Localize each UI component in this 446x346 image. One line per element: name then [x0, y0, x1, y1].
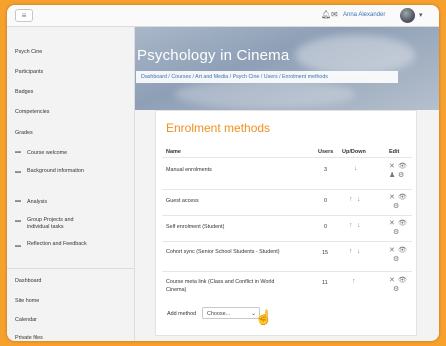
add-method-selected-value: Choose... [207, 311, 231, 317]
hide-icon[interactable]: 👁︎ [398, 277, 407, 285]
move-down-icon[interactable]: ↓ [357, 222, 361, 229]
folder-icon: ▬ [15, 169, 21, 175]
sidebar-item-calendar[interactable]: Calendar [15, 317, 125, 323]
chat-icon[interactable]: ✉︎ [331, 10, 338, 19]
sidebar-item-site-home[interactable]: Site home [15, 298, 125, 304]
sidebar-item-section[interactable]: Reflection and Feedback [27, 241, 87, 248]
enrolment-users: 3 [324, 167, 327, 173]
hide-icon[interactable]: 👁︎ [398, 163, 407, 171]
app-window: ≡ 🔔︎ ✉︎ Anna Alexander ▾ Psych Cine Part… [7, 5, 439, 341]
sidebar-item-participants[interactable]: Participants [15, 69, 125, 75]
sidebar-item-competencies[interactable]: Competencies [15, 109, 125, 115]
column-header-edit: Edit [389, 149, 400, 155]
enrolment-name[interactable]: Guest access [166, 198, 199, 204]
delete-icon[interactable]: ✕ [389, 247, 395, 255]
course-title: Psychology in Cinema [137, 47, 290, 64]
hamburger-icon[interactable]: ≡ [15, 9, 33, 22]
course-navigation-drawer: Psych Cine Participants Badges Competenc… [7, 27, 135, 341]
sidebar-item-dashboard[interactable]: Dashboard [15, 278, 125, 284]
folder-icon: ▬ [15, 218, 21, 224]
enrol-users-icon[interactable]: ♟ [389, 172, 395, 180]
gear-icon[interactable]: ⚙ [393, 203, 399, 211]
move-down-icon[interactable]: ↓ [357, 248, 361, 255]
sidebar-item-badges[interactable]: Badges [15, 89, 125, 95]
sidebar-item-course[interactable]: Psych Cine [15, 49, 125, 55]
add-method-select[interactable]: Choose... ⌄ [202, 307, 260, 319]
banner-decoration [295, 35, 415, 75]
table-row: Guest access 0 ↑ ↓ ✕ 👁︎ ⚙ [162, 189, 412, 215]
bell-icon[interactable]: 🔔︎ [321, 10, 331, 19]
table-row: Cohort sync (Senior School Students - St… [162, 241, 412, 271]
sidebar-item-section[interactable]: Course welcome [27, 150, 137, 156]
enrolment-name[interactable]: Course meta link (Class and Conflict in … [166, 278, 286, 294]
move-up-icon[interactable]: ↑ [352, 278, 356, 285]
gear-icon[interactable]: ⚙ [393, 286, 399, 294]
enrolment-name[interactable]: Self enrolment (Student) [166, 224, 224, 230]
delete-icon[interactable]: ✕ [389, 277, 395, 285]
enrolment-users: 15 [322, 250, 328, 256]
enrolment-methods-panel: Enrolment methods Name Users Up/Down Edi… [155, 110, 417, 336]
enrolment-name[interactable]: Cohort sync (Senior School Students - St… [166, 248, 286, 256]
add-method-label: Add method [167, 311, 197, 317]
move-up-icon[interactable]: ↑ [349, 248, 353, 255]
hand-pointer-icon: ☝ [255, 309, 273, 326]
hide-icon[interactable]: 👁︎ [398, 247, 407, 255]
column-header-users: Users [318, 149, 334, 155]
avatar[interactable] [400, 8, 415, 23]
table-row: Course meta link (Class and Conflict in … [162, 271, 412, 301]
delete-icon[interactable]: ✕ [389, 220, 395, 228]
top-navbar: ≡ 🔔︎ ✉︎ Anna Alexander ▾ [7, 5, 439, 27]
sidebar-item-private-files[interactable]: Private files [15, 335, 125, 341]
gear-icon[interactable]: ⚙ [398, 172, 404, 180]
move-up-icon[interactable]: ↑ [349, 222, 353, 229]
hide-icon[interactable]: 👁︎ [398, 220, 407, 228]
sidebar-item-section[interactable]: Background information [27, 168, 87, 175]
enrolment-users: 0 [324, 198, 327, 204]
delete-icon[interactable]: ✕ [389, 163, 395, 171]
sidebar-divider [7, 268, 135, 269]
breadcrumb[interactable]: Dashboard / Courses / Art and Media / Ps… [136, 71, 398, 83]
gear-icon[interactable]: ⚙ [393, 229, 399, 237]
hide-icon[interactable]: 👁︎ [398, 194, 407, 202]
table-row: Self enrolment (Student) 0 ↑ ↓ ✕ 👁︎ ⚙ [162, 215, 412, 241]
gear-icon[interactable]: ⚙ [393, 256, 399, 264]
sidebar-item-section[interactable]: Group Projects and individual tasks [27, 217, 97, 231]
move-down-icon[interactable]: ↓ [357, 196, 361, 203]
sidebar-item-section[interactable]: Analysis [27, 199, 137, 205]
enrolment-users: 0 [324, 224, 327, 230]
course-header-banner: Psychology in Cinema Dashboard / Courses… [135, 27, 439, 110]
column-header-name: Name [166, 149, 181, 155]
page-title: Enrolment methods [166, 121, 271, 135]
folder-icon: ▬ [15, 149, 21, 155]
enrolment-name[interactable]: Manual enrolments [166, 167, 212, 173]
delete-icon[interactable]: ✕ [389, 194, 395, 202]
chevron-down-icon[interactable]: ▾ [419, 11, 423, 19]
move-up-icon[interactable]: ↑ [349, 196, 353, 203]
folder-icon: ▬ [15, 198, 21, 204]
enrolment-users: 11 [322, 280, 328, 286]
move-down-icon[interactable]: ↓ [354, 165, 358, 172]
sidebar-item-grades[interactable]: Grades [15, 130, 125, 136]
table-row: Manual enrolments 3 ↓ ✕ 👁︎ ♟ ⚙ [162, 157, 412, 189]
user-menu-name[interactable]: Anna Alexander [343, 12, 385, 18]
banner-decoration [175, 79, 355, 109]
folder-icon: ▬ [15, 243, 21, 249]
column-header-updown: Up/Down [342, 149, 366, 155]
